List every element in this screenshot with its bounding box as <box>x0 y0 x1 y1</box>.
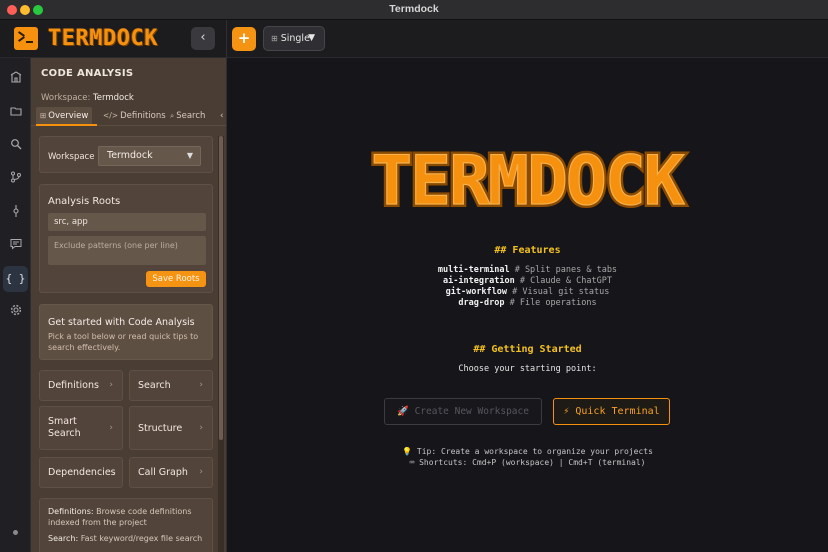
workspace-label: Workspace <box>48 152 95 162</box>
gear-icon[interactable] <box>3 299 28 325</box>
feature-line: drag-drop # File operations <box>458 298 597 308</box>
workspace-card: Workspace Termdock ▼ <box>39 136 213 173</box>
info-key: Search: <box>48 534 79 543</box>
panel-tabs: ⊞ Overview </> Definitions ⌕ Search ‹ <box>36 107 226 125</box>
code-icon: </> <box>103 111 119 120</box>
tabs-overflow-chevron-icon[interactable]: ‹ <box>216 107 226 125</box>
info-text: Fast keyword/regex file search <box>80 534 203 543</box>
create-workspace-button[interactable]: 🚀 Create New Workspace <box>384 398 542 425</box>
panel-title: CODE ANALYSIS <box>41 68 134 79</box>
workspace-select[interactable]: Termdock ▼ <box>98 146 201 166</box>
info-definitions: Definitions: Browse code definitions ind… <box>48 506 208 528</box>
welcome-screen: TERMDOCK TERMDOCK ## Features multi-term… <box>227 58 828 552</box>
grid-icon: ⊞ <box>40 111 47 120</box>
workspace-select-value: Termdock <box>107 150 153 161</box>
home-icon[interactable] <box>3 66 28 92</box>
logo-main-text: TERMDOCK <box>371 142 685 218</box>
info-search: Search: Fast keyword/regex file search <box>48 533 208 544</box>
getting-started-card: Get started with Code Analysis Pick a to… <box>39 304 213 360</box>
tab-search[interactable]: ⌕ Search <box>166 107 209 125</box>
new-tab-button[interactable]: + <box>232 27 256 51</box>
window-title: Termdock <box>389 3 439 15</box>
tab-definitions[interactable]: </> Definitions <box>99 107 170 125</box>
tool-structure-button[interactable]: Structure › <box>129 406 213 450</box>
code-braces-icon[interactable]: { } <box>3 266 28 292</box>
feature-line: ai-integration # Claude & ChatGPT <box>443 276 612 286</box>
tab-label: Overview <box>48 111 89 121</box>
caret-down-icon: ▼ <box>308 33 315 43</box>
search-icon: ⌕ <box>170 111 175 120</box>
tools-info-card: Definitions: Browse code definitions ind… <box>39 498 213 552</box>
chevron-right-icon: › <box>199 423 203 433</box>
active-tab-indicator <box>36 124 97 126</box>
git-branch-icon[interactable] <box>3 166 28 192</box>
folder-icon[interactable] <box>3 100 28 126</box>
grid-icon: ⊞ <box>271 34 278 43</box>
tool-smart-search-button[interactable]: Smart Search › <box>39 406 123 450</box>
layout-select-label: Single <box>280 33 310 44</box>
chevron-down-icon: ▼ <box>186 151 193 160</box>
tool-definitions-button[interactable]: Definitions › <box>39 370 123 401</box>
quick-terminal-button[interactable]: ⚡ Quick Terminal <box>553 398 670 425</box>
tool-call-graph-button[interactable]: Call Graph › <box>129 457 213 488</box>
workspace-indicator: Workspace: Termdock <box>41 93 134 103</box>
termdock-ascii-logo: TERMDOCK TERMDOCK <box>368 140 690 218</box>
tool-label: Call Graph <box>138 467 188 478</box>
tool-label: Search <box>138 380 171 391</box>
workspace-prefix: Workspace: <box>41 93 91 103</box>
chevron-right-icon: › <box>109 380 113 390</box>
layout-select-button[interactable]: ⊞ Single ▼ <box>263 26 325 51</box>
tool-label: Smart Search <box>48 416 81 439</box>
app-logo-text: TERMDOCK <box>48 26 158 51</box>
tool-label: Structure <box>138 423 183 434</box>
tab-overview[interactable]: ⊞ Overview <box>36 107 93 125</box>
chevron-right-icon: › <box>109 423 113 433</box>
getting-started-subtitle: Pick a tool below or read quick tips to … <box>48 332 199 352</box>
choose-start-text: Choose your starting point: <box>458 364 597 374</box>
git-commit-icon[interactable] <box>3 200 28 226</box>
features-heading: ## Features <box>494 245 561 256</box>
tool-label: Dependencies <box>48 467 116 478</box>
getting-started-heading: ## Getting Started <box>473 344 582 355</box>
analysis-roots-card: Analysis Roots src, app Exclude patterns… <box>39 184 213 293</box>
chevron-right-icon: › <box>199 467 203 477</box>
exclude-patterns-textarea[interactable]: Exclude patterns (one per line) <box>48 236 206 265</box>
save-roots-button[interactable]: Save Roots <box>146 271 206 287</box>
analysis-roots-input[interactable]: src, app <box>48 213 206 231</box>
workspace-name: Termdock <box>93 93 134 103</box>
chevron-right-icon: › <box>199 380 203 390</box>
search-icon[interactable] <box>3 133 28 159</box>
terminal-logo-icon <box>14 27 38 50</box>
tab-label: Search <box>176 111 206 121</box>
collapse-sidebar-button[interactable]: ‹ <box>191 27 215 50</box>
analysis-roots-title: Analysis Roots <box>48 196 121 207</box>
chat-icon[interactable] <box>3 233 28 259</box>
app-header: TERMDOCK ‹ + ⊞ Single ▼ <box>0 20 828 58</box>
window-titlebar: Termdock <box>0 0 828 20</box>
shortcuts-text: ⌨ Shortcuts: Cmd+P (workspace) | Cmd+T (… <box>409 458 646 467</box>
tool-search-button[interactable]: Search › <box>129 370 213 401</box>
status-dot <box>13 530 18 535</box>
tool-label: Definitions <box>48 380 99 391</box>
getting-started-title: Get started with Code Analysis <box>48 317 195 328</box>
tip-text: 💡 Tip: Create a workspace to organize yo… <box>402 447 653 456</box>
activity-bar: { } <box>0 58 31 552</box>
tool-dependencies-button[interactable]: Dependencies <box>39 457 123 488</box>
info-key: Definitions: <box>48 507 94 516</box>
panel-scrollbar-thumb[interactable] <box>219 136 223 440</box>
tab-label: Definitions <box>120 111 166 121</box>
feature-line: multi-terminal # Split panes & tabs <box>437 265 618 275</box>
feature-line: git-workflow # Visual git status <box>445 287 610 297</box>
code-analysis-panel: CODE ANALYSIS Workspace: Termdock ⊞ Overv… <box>31 58 226 552</box>
